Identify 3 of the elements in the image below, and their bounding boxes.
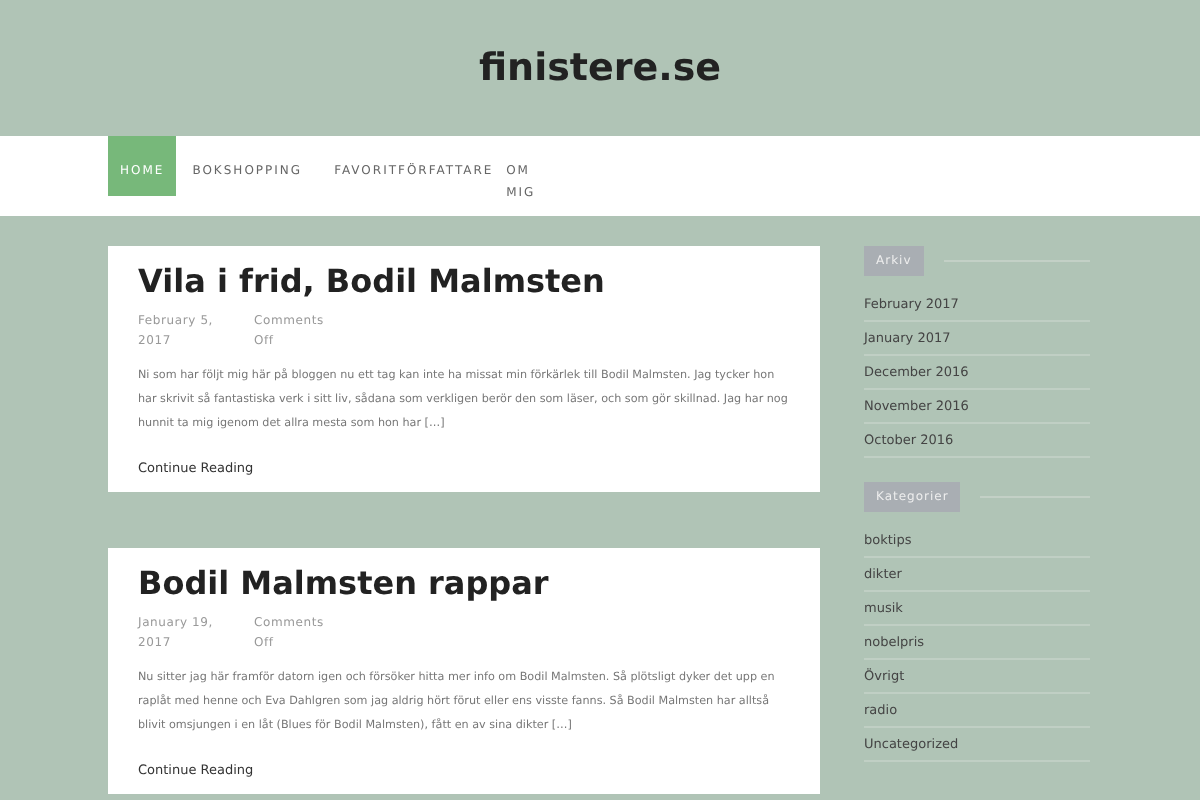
site-title[interactable]: finistere.se [478,46,722,90]
post-title[interactable]: Bodil Malmsten rappar [138,564,790,602]
post-title[interactable]: Vila i frid, Bodil Malmsten [138,262,790,300]
